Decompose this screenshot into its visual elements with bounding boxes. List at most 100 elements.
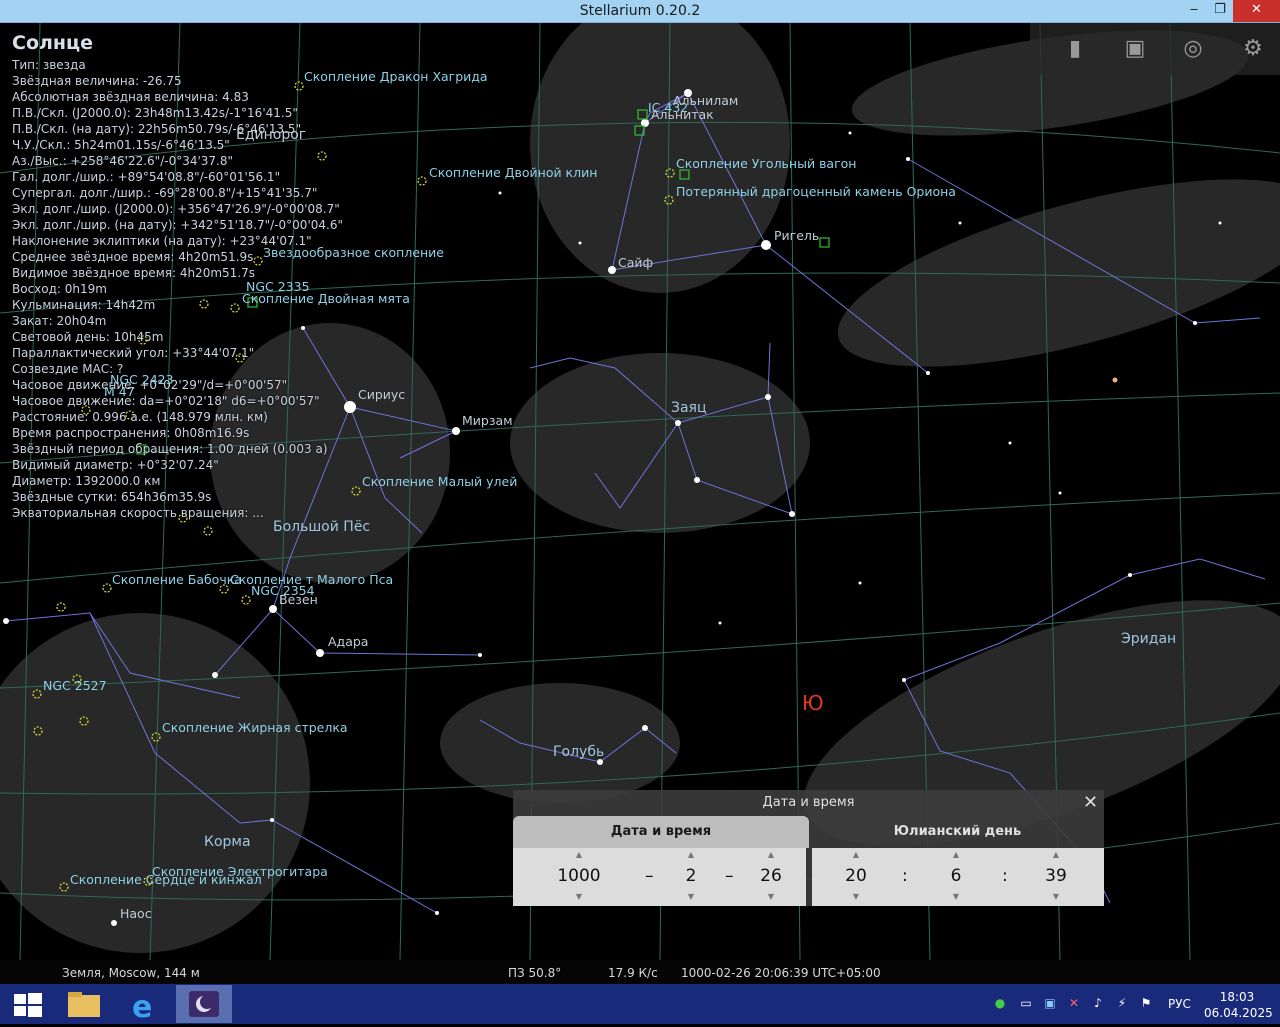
close-button[interactable]: ✕ xyxy=(1233,0,1280,22)
star-label[interactable]: Сайф xyxy=(618,255,653,270)
volume-icon[interactable]: ♪ xyxy=(1090,996,1106,1012)
second-value[interactable]: 39 xyxy=(1026,866,1086,886)
screen-icon[interactable]: ▣ xyxy=(1120,35,1150,63)
drive-icon[interactable]: ▭ xyxy=(1018,996,1034,1012)
info-line: Часовое движение: da=+0°02'18" d6=+0°00'… xyxy=(12,394,320,408)
title-bar[interactable]: Stellarium 0.20.2 ‒ ❐ ✕ xyxy=(0,0,1280,23)
month-spinner[interactable]: ▲ 2 ▼ xyxy=(661,848,721,906)
dso-label[interactable]: Скопление Двойная мята xyxy=(242,291,410,306)
day-value[interactable]: 26 xyxy=(741,866,801,886)
arrow-up-icon[interactable]: ▲ xyxy=(926,850,986,859)
trash-icon[interactable]: ▮ xyxy=(1060,35,1090,63)
start-button[interactable] xyxy=(0,985,56,1023)
hour-value[interactable]: 20 xyxy=(826,866,886,886)
arrow-down-icon[interactable]: ▼ xyxy=(826,892,886,901)
month-value[interactable]: 2 xyxy=(661,866,721,886)
time-spinners: ▲ 20 ▼ : ▲ 6 ▼ : ▲ 39 ▼ xyxy=(812,848,1104,906)
star-label[interactable]: Адара xyxy=(328,634,368,649)
language-indicator[interactable]: РУС xyxy=(1168,997,1191,1011)
constellation-name[interactable]: Большой Пёс xyxy=(273,519,370,535)
star-label[interactable]: Ригель xyxy=(774,228,819,243)
constellation-name[interactable]: Заяц xyxy=(671,400,707,416)
dso-label[interactable]: Потерянный драгоценный камень Ориона xyxy=(676,184,956,199)
taskbar: e ● ▭ ▣ ✕ ♪ ⚡ ⚑ РУС 18:03 06.04.2025 xyxy=(0,984,1280,1025)
constellation-name[interactable]: Корма xyxy=(204,834,251,850)
location-text[interactable]: Земля, Moscow, 144 м xyxy=(62,966,200,980)
svg-text:e: e xyxy=(132,990,152,1023)
power-icon[interactable]: ⚡ xyxy=(1114,996,1130,1012)
star-label[interactable]: Везен xyxy=(279,592,318,607)
info-line: Звёздный период обращения: 1.00 дней (0.… xyxy=(12,442,328,456)
hour-spinner[interactable]: ▲ 20 ▼ xyxy=(826,848,886,906)
flag-icon[interactable]: ⚑ xyxy=(1138,996,1154,1012)
clock-time[interactable]: 18:03 xyxy=(1212,990,1262,1004)
update-icon[interactable]: ● xyxy=(992,996,1008,1012)
star-label[interactable]: Сириус xyxy=(358,387,405,402)
year-value[interactable]: 1000 xyxy=(549,866,609,886)
arrow-down-icon[interactable]: ▼ xyxy=(549,892,609,901)
info-line: Аз./Выс.: +258°46'22.6"/-0°34'37.8" xyxy=(12,154,234,168)
constellation-name[interactable]: Эридан xyxy=(1121,631,1176,647)
minute-value[interactable]: 6 xyxy=(926,866,986,886)
arrow-down-icon[interactable]: ▼ xyxy=(661,892,721,901)
network-icon[interactable]: ✕ xyxy=(1066,996,1082,1012)
info-line: Тип: звезда xyxy=(12,58,86,72)
windows-logo-icon xyxy=(14,993,42,1017)
dso-label[interactable]: Скопление Угольный вагон xyxy=(676,156,856,171)
tab-julian-day[interactable]: Юлианский день xyxy=(811,824,1104,839)
constellation-name[interactable]: Голубь xyxy=(553,744,604,760)
object-info-panel: Солнце Тип: звезда Звёздная величина: -26… xyxy=(12,34,343,521)
dso-label[interactable]: NGC 2527 xyxy=(43,678,107,693)
target-icon[interactable]: ◎ xyxy=(1178,35,1208,63)
arrow-down-icon[interactable]: ▼ xyxy=(741,892,801,901)
dso-label[interactable]: Скопление Дракон Хагрида xyxy=(304,69,488,84)
clock-date[interactable]: 06.04.2025 xyxy=(1204,1006,1273,1020)
maximize-button[interactable]: ❐ xyxy=(1206,0,1234,22)
info-line: Световой день: 10h45m xyxy=(12,330,164,344)
internet-explorer-icon[interactable]: e xyxy=(118,985,174,1025)
star-label[interactable]: Наос xyxy=(120,906,152,921)
wrench-icon[interactable]: ⚙ xyxy=(1238,35,1268,63)
star-label[interactable]: Мирзам xyxy=(462,413,513,428)
datetime-text[interactable]: 1000-02-26 20:06:39 UTC+05:00 xyxy=(681,966,881,980)
minute-spinner[interactable]: ▲ 6 ▼ xyxy=(926,848,986,906)
stellarium-taskbar-icon[interactable] xyxy=(176,985,232,1023)
dso-label[interactable]: Скопление Жирная стрелка xyxy=(162,720,348,735)
app-tray-icon[interactable]: ▣ xyxy=(1042,996,1058,1012)
time-separator: : xyxy=(1002,866,1008,886)
arrow-up-icon[interactable]: ▲ xyxy=(661,850,721,859)
dso-label[interactable]: Скопление Сердце и кинжал xyxy=(70,872,262,887)
dso-label[interactable]: Звездообразное скопление xyxy=(263,245,444,260)
arrow-down-icon[interactable]: ▼ xyxy=(1026,892,1086,901)
info-line: Звёздная величина: -26.75 xyxy=(12,74,182,88)
star-label[interactable]: Единорог xyxy=(236,127,306,143)
info-line: Время распространения: 0h08m16.9s xyxy=(12,426,250,440)
star-label[interactable]: Альнитак xyxy=(651,107,714,122)
day-spinner[interactable]: ▲ 26 ▼ xyxy=(741,848,801,906)
dso-label[interactable]: Скопление Малый улей xyxy=(362,474,517,489)
info-line: Супергал. долг./шир.: -69°28'00.8"/+15°4… xyxy=(12,186,318,200)
dialog-title: Дата и время xyxy=(762,795,855,810)
arrow-down-icon[interactable]: ▼ xyxy=(926,892,986,901)
tab-datetime[interactable]: Дата и время xyxy=(513,816,809,848)
arrow-up-icon[interactable]: ▲ xyxy=(549,850,609,859)
dso-label[interactable]: M 47 xyxy=(104,384,135,399)
minimize-button[interactable]: ‒ xyxy=(1180,0,1208,22)
info-line: Часовое движение: +0°02'29"/d=+0°00'57" xyxy=(12,378,288,392)
dialog-close-icon[interactable]: ✕ xyxy=(1083,792,1098,813)
info-line: Расстояние: 0.996 а.е. (148.979 млн. км) xyxy=(12,410,268,424)
dso-label[interactable]: Скопление Двойной клин xyxy=(429,165,597,180)
fov-text: ПЗ 50.8° xyxy=(508,966,562,980)
file-explorer-icon[interactable] xyxy=(58,985,114,1023)
arrow-up-icon[interactable]: ▲ xyxy=(741,850,801,859)
arrow-up-icon[interactable]: ▲ xyxy=(1026,850,1086,859)
arrow-up-icon[interactable]: ▲ xyxy=(826,850,886,859)
year-spinner[interactable]: ▲ 1000 ▼ xyxy=(549,848,609,906)
status-bar: Земля, Moscow, 144 м ПЗ 50.8° 17.9 К/с 1… xyxy=(0,960,1280,984)
star-label[interactable]: Альнилам xyxy=(673,93,738,108)
dso-label[interactable]: Скопление Бабочка xyxy=(112,572,242,587)
info-line: Экл. долг./шир. (на дату): +342°51'18.7"… xyxy=(12,218,343,232)
fps-text: 17.9 К/с xyxy=(608,966,658,980)
top-right-toolbar: ▮ ▣ ◎ ⚙ xyxy=(1030,23,1280,75)
second-spinner[interactable]: ▲ 39 ▼ xyxy=(1026,848,1086,906)
